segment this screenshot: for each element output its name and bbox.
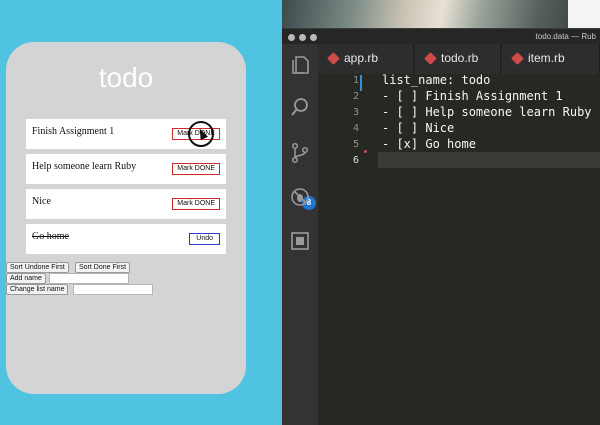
line-number: 2 (352, 91, 359, 102)
modified-line-indicator (360, 75, 362, 91)
ruby-file-icon (511, 52, 524, 65)
window-title: todo.data — Rub (535, 32, 596, 41)
mark-done-button[interactable]: Mark DONE (172, 198, 220, 210)
todo-item-text: Finish Assignment 1 (32, 126, 115, 137)
sort-undone-first-button[interactable]: Sort Undone First (6, 262, 69, 273)
code-editor-window: todo.data — Rub 8 app.rb todo.rb item.rb… (282, 0, 600, 425)
search-icon[interactable] (289, 96, 311, 118)
window-titlebar: todo.data — Rub (282, 28, 600, 44)
todo-item-text: Go home (32, 231, 69, 242)
mark-done-button[interactable]: Mark DONE (172, 163, 220, 175)
change-list-name-button[interactable]: Change list name (6, 284, 69, 295)
source-control-icon[interactable] (289, 142, 311, 164)
add-name-button[interactable]: Add name (6, 273, 46, 284)
app-title: todo (98, 62, 154, 93)
line-number: 3 (352, 107, 359, 118)
line-number: 6 (352, 155, 359, 166)
minimize-window-icon[interactable] (299, 34, 306, 41)
code-line[interactable]: - [x] Go home (382, 137, 476, 151)
activity-bar: 8 (282, 44, 318, 425)
code-line[interactable]: - [ ] Finish Assignment 1 (382, 89, 563, 103)
tab-item-rb[interactable]: item.rb (502, 44, 600, 74)
todo-item-done: Go home Undo (26, 224, 226, 254)
code-line[interactable]: list_name: todo (382, 73, 490, 87)
tab-app-rb[interactable]: app.rb (318, 44, 414, 74)
change-list-name-input[interactable] (73, 284, 153, 295)
close-window-icon[interactable] (288, 34, 295, 41)
line-number: 1 (352, 75, 359, 86)
debug-icon[interactable] (289, 186, 311, 208)
todo-item: Help someone learn Ruby Mark DONE (26, 154, 226, 184)
app-panel: todo Finish Assignment 1 Mark DONE Help … (6, 42, 246, 394)
tab-label: app.rb (344, 51, 379, 65)
tab-label: todo.rb (441, 51, 479, 65)
tab-label: item.rb (528, 51, 565, 65)
files-icon[interactable] (289, 54, 311, 76)
editor-tab-bar: app.rb todo.rb item.rb (318, 44, 600, 74)
ruby-file-icon (424, 52, 437, 65)
tab-todo-rb[interactable]: todo.rb (415, 44, 501, 74)
current-line-highlight (378, 152, 600, 168)
gutter-marker-icon (364, 150, 367, 153)
add-name-input[interactable] (49, 273, 129, 284)
maximize-window-icon[interactable] (310, 34, 317, 41)
todo-item: Nice Mark DONE (26, 189, 226, 219)
code-line[interactable]: - [ ] Help someone learn Ruby (382, 105, 592, 119)
todo-app-pane: todo Finish Assignment 1 Mark DONE Help … (0, 0, 282, 425)
background-window (568, 0, 600, 30)
sort-done-first-button[interactable]: Sort Done First (75, 262, 131, 273)
undo-button[interactable]: Undo (189, 233, 220, 245)
line-number: 4 (352, 123, 359, 134)
todo-item-text: Nice (32, 196, 51, 207)
code-line[interactable]: - [ ] Nice (382, 121, 454, 135)
extensions-icon[interactable] (289, 230, 311, 252)
ruby-file-icon (327, 52, 340, 65)
todo-item-text: Help someone learn Ruby (32, 161, 137, 172)
line-number: 5 (352, 139, 359, 150)
